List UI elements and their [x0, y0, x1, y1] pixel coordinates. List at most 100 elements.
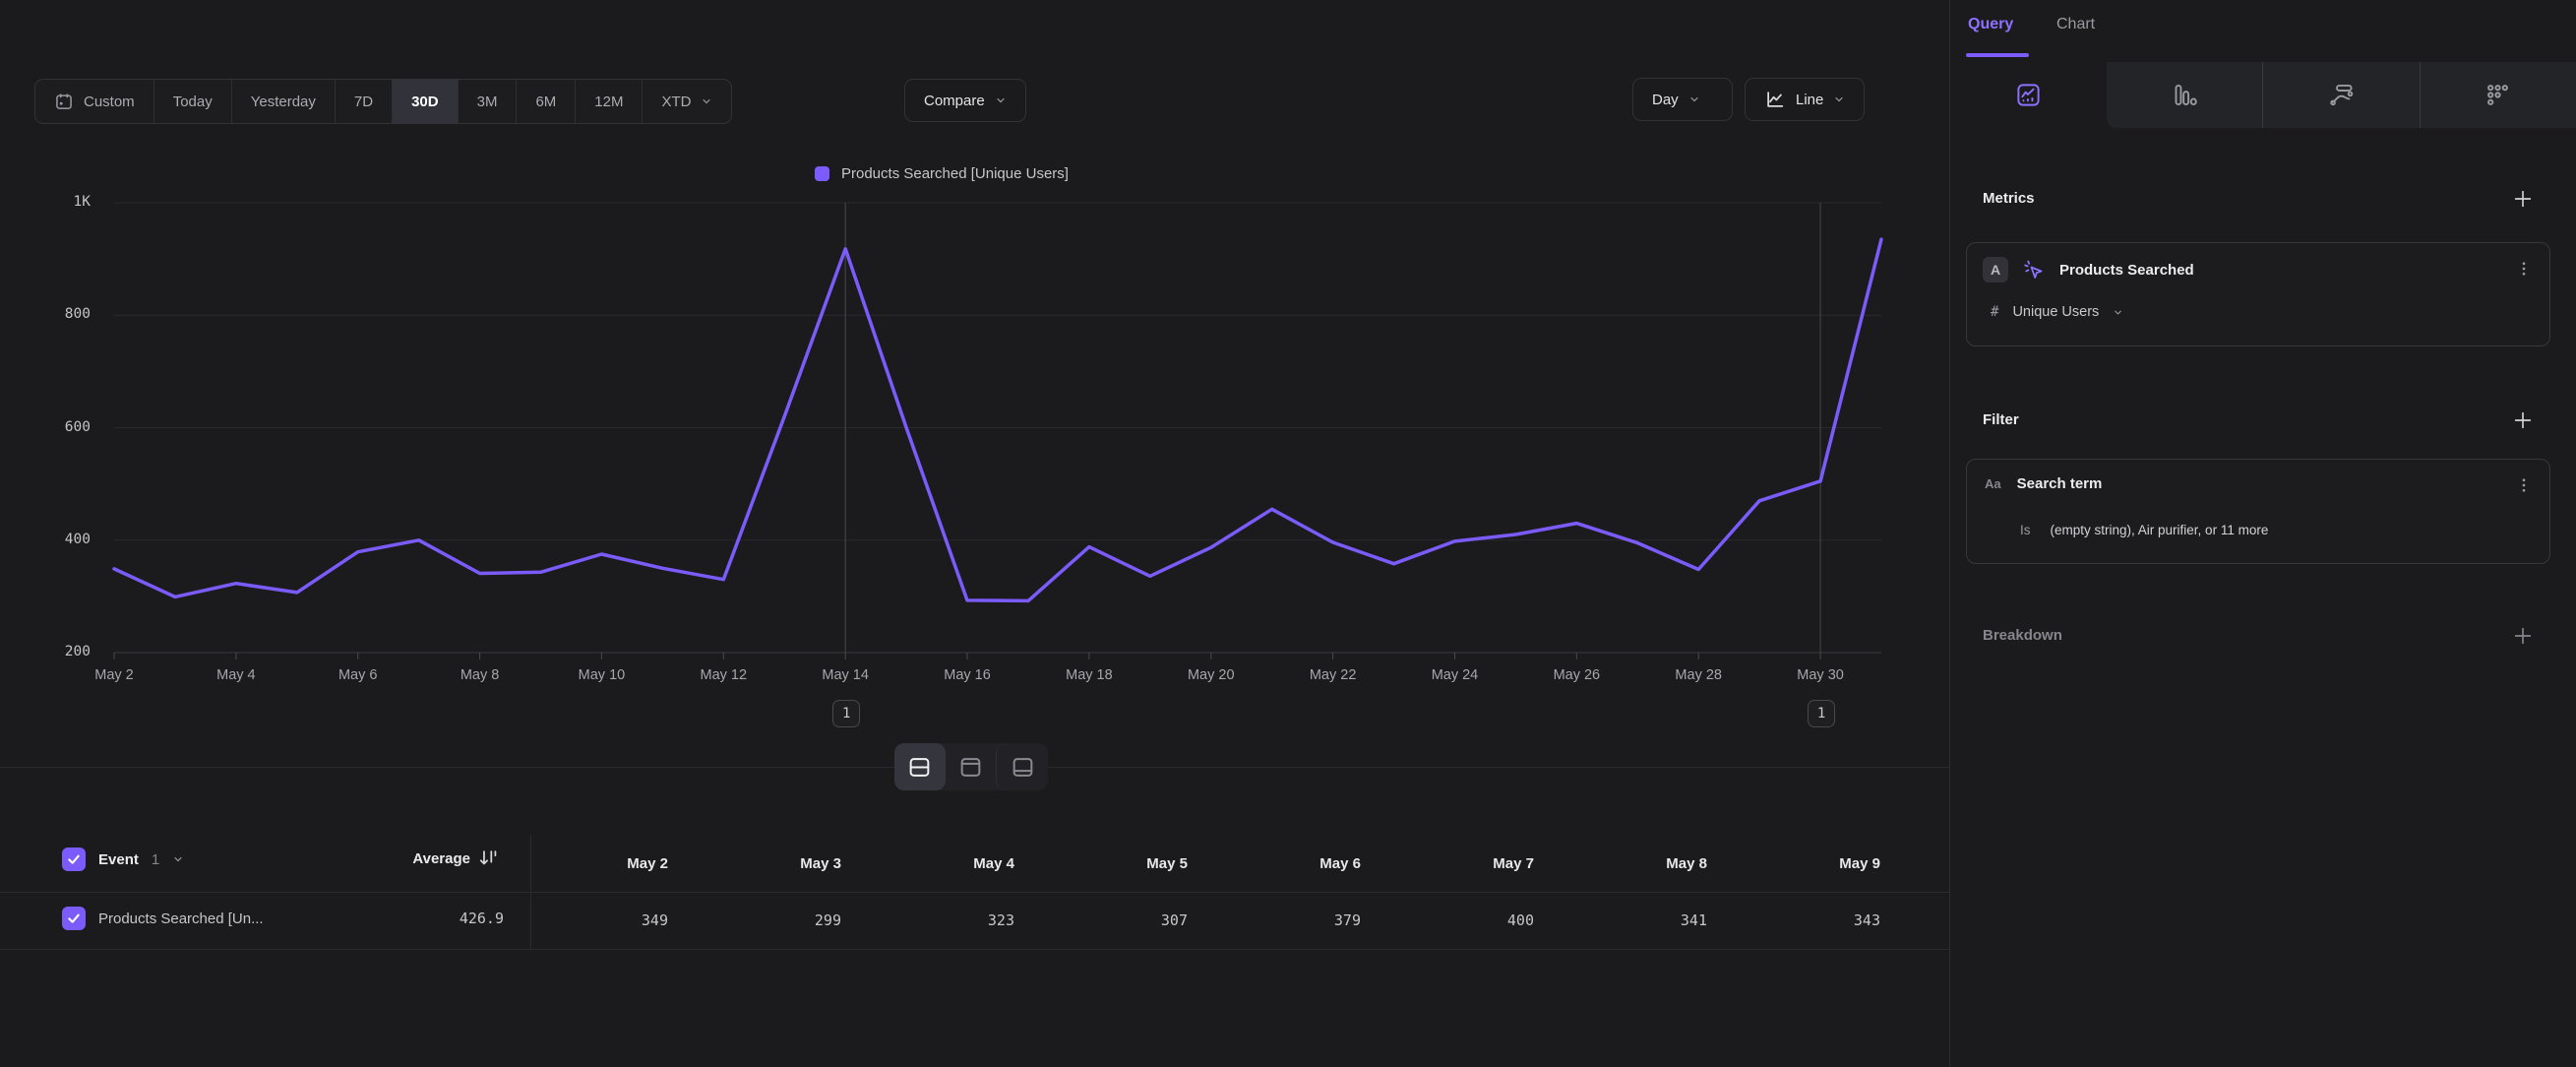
x-tick-label: May 4	[192, 667, 280, 683]
date-range-label: Custom	[84, 94, 135, 110]
add-filter-button[interactable]	[2511, 408, 2535, 432]
date-range-3m[interactable]: 3M	[459, 80, 518, 123]
chevron-down-icon	[701, 95, 712, 107]
layout-table-view-button[interactable]	[996, 743, 1048, 790]
table-column-header: May 8	[1536, 855, 1709, 872]
chevron-down-icon[interactable]	[172, 853, 184, 865]
table-date-values: 349299323307379400341343	[531, 892, 1882, 949]
x-tick-label: May 10	[557, 667, 645, 683]
metrics-section-title: Metrics	[1983, 190, 2035, 207]
date-range-6m[interactable]: 6M	[517, 80, 576, 123]
tab-chart[interactable]: Chart	[2056, 16, 2095, 33]
y-tick-label: 400	[0, 532, 91, 547]
filter-property-name[interactable]: Search term	[2017, 475, 2103, 492]
add-breakdown-button[interactable]	[2511, 624, 2535, 648]
y-tick-label: 800	[0, 306, 91, 322]
line-chart-icon	[1764, 89, 1786, 110]
y-tick-label: 1K	[0, 194, 91, 210]
compare-button[interactable]: Compare	[904, 79, 1026, 122]
metric-card[interactable]: A Products Searched # Unique Users	[1966, 242, 2550, 346]
date-range-30d-selected[interactable]: 30D	[393, 80, 459, 123]
panel-divider	[1949, 0, 1950, 1067]
series-checkbox[interactable]	[62, 907, 86, 930]
table-column-header: May 3	[670, 855, 843, 872]
table-column-header: May 5	[1016, 855, 1190, 872]
event-pointer-icon	[2022, 258, 2046, 282]
chevron-down-icon	[995, 94, 1007, 106]
plus-icon	[2512, 625, 2534, 647]
check-icon	[66, 910, 82, 926]
plus-icon	[2512, 409, 2534, 431]
calendar-icon	[54, 92, 74, 111]
layout-switcher	[894, 743, 1048, 790]
x-tick-label: May 30	[1776, 667, 1865, 683]
filter-card[interactable]: Aa Search term Is (empty string), Air pu…	[1966, 459, 2550, 564]
report-type-tabs	[1950, 62, 2576, 128]
table-cell: 323	[843, 911, 1016, 929]
table-cell: 349	[531, 911, 670, 929]
legend-swatch	[815, 166, 829, 181]
annotation-badge[interactable]: 1	[1808, 700, 1835, 727]
average-value: 426.9	[325, 907, 504, 930]
annotation-badge[interactable]: 1	[832, 700, 860, 727]
filter-kebab-menu[interactable]	[2512, 473, 2536, 497]
tab-query[interactable]: Query	[1968, 16, 2013, 33]
chart-type-button[interactable]: Line	[1745, 78, 1865, 121]
table-column-header: May 6	[1190, 855, 1363, 872]
filter-value[interactable]: (empty string), Air purifier, or 11 more	[2051, 523, 2269, 537]
kebab-icon	[2515, 260, 2533, 278]
chevron-down-icon[interactable]	[2113, 307, 2123, 318]
date-range-yesterday[interactable]: Yesterday	[232, 80, 336, 123]
flows-icon	[2328, 82, 2355, 108]
y-tick-label: 600	[0, 419, 91, 435]
table-column-header: May 7	[1363, 855, 1536, 872]
date-range-7d[interactable]: 7D	[336, 80, 393, 123]
x-tick-label: May 8	[436, 667, 524, 683]
chart-canvas	[114, 203, 1881, 653]
date-range-custom[interactable]: Custom	[35, 80, 154, 123]
table-column-header: May 2	[531, 855, 670, 872]
date-range-12m[interactable]: 12M	[576, 80, 643, 123]
metric-kebab-menu[interactable]	[2512, 257, 2536, 281]
aggregation-symbol: #	[1991, 304, 1998, 320]
metric-letter-badge: A	[1983, 257, 2008, 282]
filter-operator[interactable]: Is	[2020, 523, 2031, 537]
layout-split-view-button[interactable]	[894, 743, 946, 790]
x-tick-label: May 18	[1045, 667, 1134, 683]
x-tick-label: May 12	[679, 667, 767, 683]
line-chart[interactable]: May 2May 4May 6May 8May 10May 12May 14Ma…	[114, 203, 1881, 653]
layout-chart-view-button[interactable]	[946, 743, 997, 790]
table-bottom-border	[0, 949, 1949, 950]
tab-insights-active[interactable]	[1950, 62, 2107, 128]
aggregation-selector[interactable]: Unique Users	[2012, 304, 2099, 320]
metric-name[interactable]: Products Searched	[2059, 262, 2194, 279]
tab-funnels[interactable]	[2107, 62, 2262, 128]
x-tick-label: May 20	[1167, 667, 1256, 683]
table-column-divider	[530, 835, 531, 949]
split-view-icon	[907, 755, 932, 780]
chart-legend[interactable]: Products Searched [Unique Users]	[815, 165, 1069, 182]
add-metric-button[interactable]	[2511, 187, 2535, 211]
table-cell: 379	[1190, 911, 1363, 929]
x-tick-label: May 6	[314, 667, 402, 683]
x-tick-label: May 2	[70, 667, 158, 683]
event-count: 1	[152, 851, 159, 868]
granularity-button[interactable]: Day	[1632, 78, 1733, 121]
date-range-xtd[interactable]: XTD	[643, 80, 731, 123]
date-range-today[interactable]: Today	[154, 80, 232, 123]
chart-view-icon	[958, 755, 983, 780]
x-tick-label: May 24	[1410, 667, 1499, 683]
series-name: Products Searched [Un...	[98, 910, 264, 927]
tab-flows[interactable]	[2262, 62, 2419, 128]
x-tick-label: May 14	[801, 667, 889, 683]
tab-retention[interactable]	[2420, 62, 2576, 128]
active-tab-underline	[1966, 53, 2029, 57]
event-checkbox[interactable]	[62, 847, 86, 871]
chevron-down-icon	[1688, 94, 1700, 105]
x-tick-label: May 22	[1289, 667, 1378, 683]
table-row: Products Searched [Un...	[62, 907, 264, 930]
average-column-header[interactable]: Average	[325, 847, 500, 869]
insights-icon	[2015, 82, 2042, 108]
event-label[interactable]: Event	[98, 851, 139, 868]
sort-icon[interactable]	[478, 847, 500, 869]
